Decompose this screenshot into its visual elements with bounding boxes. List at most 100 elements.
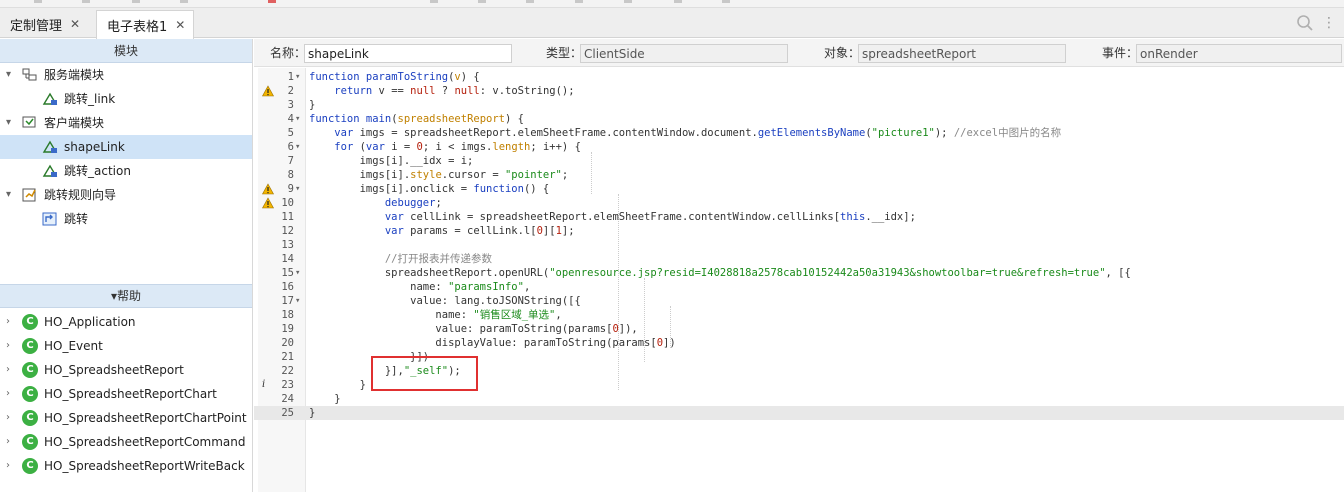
code-line[interactable]: 3} (254, 98, 1344, 112)
help-panel-header[interactable]: ▾帮助 (0, 284, 252, 308)
code-line[interactable]: 19 value: paramToString(params[0]), (254, 322, 1344, 336)
chevron-right-icon[interactable]: › (6, 406, 10, 430)
toolbar-fragment (34, 0, 42, 3)
tree-node-shapelink[interactable]: shapeLink (0, 135, 252, 159)
object-label: 对象： (824, 46, 861, 60)
name-label: 名称： (270, 46, 307, 60)
tree-node-jump-link[interactable]: 跳转_link (0, 87, 252, 111)
toolbar-fragment (478, 0, 486, 3)
help-item-ho-spreadsheetreport[interactable]: › C HO_SpreadsheetReport (0, 358, 252, 382)
class-icon: C (22, 314, 38, 330)
toolbar-fragment (722, 0, 730, 3)
help-item-label: HO_SpreadsheetReportChart (44, 387, 217, 401)
script-properties-bar: 名称： 类型： 对象： 事件： (254, 39, 1344, 67)
help-class-list: › C HO_Application › C HO_Event › C HO_S… (0, 310, 252, 478)
help-item-ho-spreadsheetreportchart[interactable]: › C HO_SpreadsheetReportChart (0, 382, 252, 406)
code-text: //打开报表并传递参数 (384, 253, 493, 265)
type-field (580, 44, 788, 63)
code-text: displayValue: paramToString(params[0]) (309, 337, 676, 349)
fold-toggle-icon[interactable]: ▾ (295, 112, 305, 126)
tree-node-jump[interactable]: 跳转 (0, 207, 252, 231)
chevron-down-icon[interactable]: ▾ (6, 111, 16, 135)
chevron-right-icon[interactable]: › (6, 334, 10, 358)
code-text: function paramToString(v) { (309, 71, 480, 83)
highlight-annotation-box (371, 356, 478, 391)
line-number: 4 (287, 113, 294, 125)
fold-toggle-icon[interactable]: ▾ (295, 182, 305, 196)
code-line[interactable]: 11 var cellLink = spreadsheetReport.elem… (254, 210, 1344, 224)
code-line[interactable]: 13 (254, 238, 1344, 252)
close-icon[interactable]: ✕ (70, 17, 80, 31)
tree-node-server-module[interactable]: ▾ 服务端模块 (0, 63, 252, 87)
toolbar-fragment (180, 0, 188, 3)
help-item-ho-spreadsheetreportcommand[interactable]: › C HO_SpreadsheetReportCommand (0, 430, 252, 454)
help-item-ho-spreadsheetreportwriteback[interactable]: › C HO_SpreadsheetReportWriteBack (0, 454, 252, 478)
module-panel: 模块 ▾ 服务端模块 跳转_link ▾ 客户端模块 shapeLink 跳转_… (0, 39, 253, 492)
tree-node-label: 跳转 (64, 212, 89, 226)
code-line[interactable]: 7 imgs[i].__idx = i; (254, 154, 1344, 168)
code-text: } (309, 393, 341, 405)
chevron-right-icon[interactable]: › (6, 382, 10, 406)
code-line[interactable]: 12 var params = cellLink.l[0][1]; (254, 224, 1344, 238)
chevron-right-icon[interactable]: › (6, 430, 10, 454)
chevron-down-icon[interactable]: ▾ (6, 183, 16, 207)
line-number: 20 (281, 337, 294, 349)
code-line[interactable]: 8 imgs[i].style.cursor = "pointer"; (254, 168, 1344, 182)
tree-node-client-module[interactable]: ▾ 客户端模块 (0, 111, 252, 135)
search-icon[interactable] (1296, 14, 1314, 32)
line-number: 2 (287, 85, 294, 97)
help-item-ho-application[interactable]: › C HO_Application (0, 310, 252, 334)
chevron-right-icon[interactable]: › (6, 310, 10, 334)
event-label: 事件： (1102, 46, 1139, 60)
name-input[interactable] (304, 44, 512, 63)
code-editor[interactable]: 1 ▾ function paramToString(v) {2 return v … (254, 68, 1344, 492)
help-item-ho-event[interactable]: › C HO_Event (0, 334, 252, 358)
code-line[interactable]: 9 ▾ imgs[i].onclick = function() { (254, 182, 1344, 196)
chevron-right-icon[interactable]: › (6, 454, 10, 478)
code-text: name: "paramsInfo", (309, 281, 531, 293)
fold-toggle-icon[interactable]: ▾ (295, 266, 305, 280)
toolbar-fragment (526, 0, 534, 3)
code-line[interactable]: 1 ▾ function paramToString(v) { (254, 70, 1344, 84)
code-line[interactable]: 4 ▾ function main(spreadsheetReport) { (254, 112, 1344, 126)
code-text: } (309, 407, 316, 419)
code-line[interactable]: 14 //打开报表并传递参数 (254, 252, 1344, 266)
code-line[interactable]: 10 debugger; (254, 196, 1344, 210)
code-line[interactable]: 5 var imgs = spreadsheetReport.elemSheet… (254, 126, 1344, 140)
close-icon[interactable]: ✕ (175, 18, 185, 32)
code-line[interactable]: 24 } (254, 392, 1344, 406)
line-number: 8 (287, 169, 294, 181)
help-item-label: HO_SpreadsheetReport (44, 363, 184, 377)
line-number: 17 (281, 295, 294, 307)
tree-node-jump-rule-wizard[interactable]: ▾ 跳转规则向导 (0, 183, 252, 207)
module-tree: ▾ 服务端模块 跳转_link ▾ 客户端模块 shapeLink 跳转_act… (0, 63, 252, 231)
more-options-icon[interactable]: ⋮ (1322, 14, 1336, 32)
fold-toggle-icon[interactable]: ▾ (295, 70, 305, 84)
code-line[interactable]: 6 ▾ for (var i = 0; i < imgs.length; i++)… (254, 140, 1344, 154)
chevron-right-icon[interactable]: › (6, 358, 10, 382)
jump-icon (42, 212, 57, 226)
code-line[interactable]: 16 name: "paramsInfo", (254, 280, 1344, 294)
code-line[interactable]: 25} (254, 406, 1344, 420)
code-line[interactable]: 2 return v == null ? null: v.toString(); (254, 84, 1344, 98)
code-text: imgs[i].onclick = function() { (309, 183, 550, 195)
help-item-ho-spreadsheetreportchartpoint[interactable]: › C HO_SpreadsheetReportChartPoint (0, 406, 252, 430)
line-number: 1 (287, 71, 294, 83)
class-icon: C (22, 458, 38, 474)
fold-toggle-icon[interactable]: ▾ (295, 140, 305, 154)
script-icon (42, 164, 58, 177)
type-label: 类型： (546, 46, 583, 60)
toolbar-fragment (674, 0, 682, 3)
line-number: 22 (281, 365, 294, 377)
chevron-down-icon[interactable]: ▾ (6, 63, 16, 87)
tab-customize-management[interactable]: 定制管理 ✕ (0, 10, 88, 38)
code-line[interactable]: 20 displayValue: paramToString(params[0]… (254, 336, 1344, 350)
tree-node-label: 跳转规则向导 (44, 188, 117, 202)
help-item-label: HO_SpreadsheetReportWriteBack (44, 459, 245, 473)
code-line[interactable]: 17 ▾ value: lang.toJSONString([{ (254, 294, 1344, 308)
tree-node-jump-action[interactable]: 跳转_action (0, 159, 252, 183)
code-line[interactable]: 15 ▾ spreadsheetReport.openURL("openresou… (254, 266, 1344, 280)
code-line[interactable]: 18 name: "销售区域_单选", (254, 308, 1344, 322)
tab-spreadsheet-1[interactable]: 电子表格1 ✕ (96, 10, 195, 39)
fold-toggle-icon[interactable]: ▾ (295, 294, 305, 308)
